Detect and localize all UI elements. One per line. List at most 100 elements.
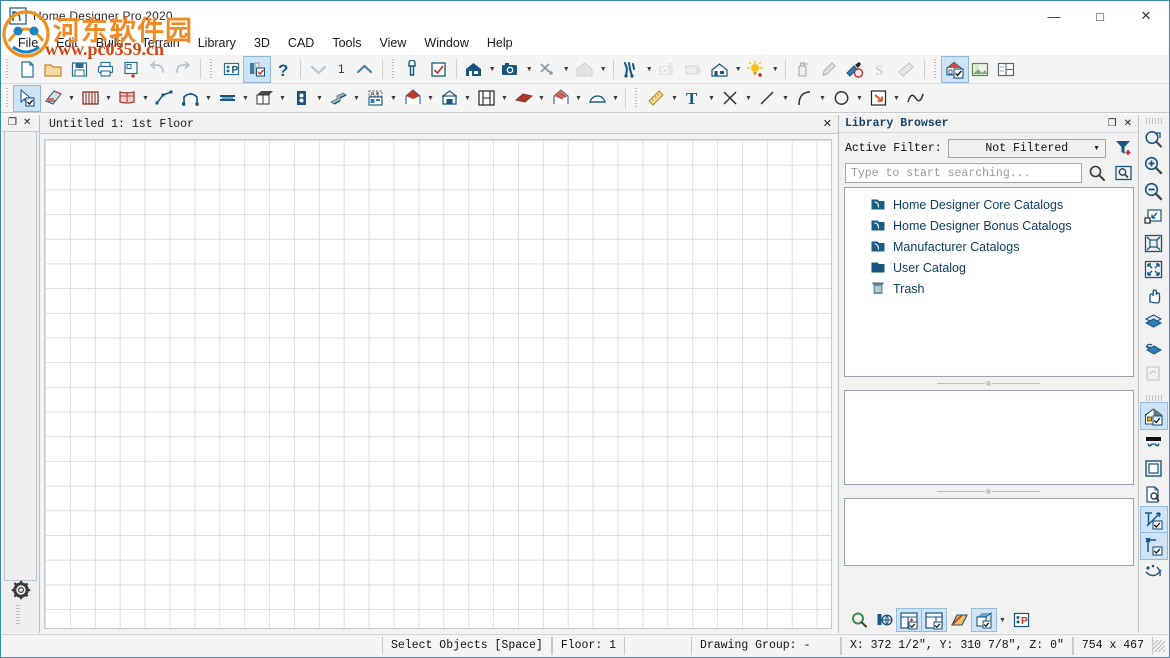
add-filter-icon[interactable] bbox=[1112, 138, 1134, 158]
full-camera-dropdown-arrow[interactable]: ▼ bbox=[487, 57, 498, 82]
library-close-icon[interactable]: ✕ bbox=[1124, 118, 1132, 129]
zoom-in-button[interactable] bbox=[1141, 152, 1167, 178]
spline-tools-button[interactable] bbox=[902, 86, 928, 111]
point-tools-dropdown-arrow[interactable]: ▼ bbox=[743, 86, 754, 111]
redo-button[interactable] bbox=[170, 57, 196, 82]
new-plan-button[interactable] bbox=[14, 57, 40, 82]
search-input[interactable]: Type to start searching... bbox=[845, 163, 1082, 183]
box-tools-button[interactable] bbox=[865, 86, 891, 111]
arc-tools-button[interactable] bbox=[791, 86, 817, 111]
plan-view-button[interactable] bbox=[968, 57, 994, 82]
full-camera-button[interactable] bbox=[461, 57, 487, 82]
get-additional-content-button[interactable] bbox=[872, 609, 896, 631]
library-splitter-top[interactable] bbox=[839, 377, 1138, 390]
library-search-button[interactable] bbox=[847, 609, 871, 631]
left-dock-restore-icon[interactable]: ❐ bbox=[8, 118, 17, 128]
tree-item-user-catalog[interactable]: User Catalog bbox=[849, 257, 1129, 278]
deck-tools-dropdown-arrow[interactable]: ▼ bbox=[536, 86, 547, 111]
toolbar-grip[interactable] bbox=[931, 58, 939, 80]
window-tools-button[interactable] bbox=[288, 86, 314, 111]
text-tools-dropdown-arrow[interactable]: ▼ bbox=[706, 86, 717, 111]
suspend-snaps-button[interactable]: S bbox=[868, 57, 894, 82]
left-dock-close-icon[interactable]: ✕ bbox=[23, 118, 31, 128]
toolbar-grip[interactable] bbox=[4, 87, 11, 109]
library-splitter-bottom[interactable] bbox=[839, 485, 1138, 498]
maximize-button[interactable]: □ bbox=[1077, 1, 1123, 31]
tree-item-bonus-catalogs[interactable]: Home Designer Bonus Catalogs bbox=[849, 215, 1129, 236]
resize-grip[interactable] bbox=[1153, 639, 1165, 652]
roof-plane-tools-button[interactable] bbox=[547, 86, 573, 111]
toolbar-grip[interactable] bbox=[208, 58, 215, 80]
menu-3d[interactable]: 3D bbox=[245, 33, 279, 53]
active-filter-select[interactable]: Not Filtered ▼ bbox=[947, 138, 1106, 158]
room-tools-dropdown-arrow[interactable]: ▼ bbox=[140, 86, 151, 111]
material-eyedropper-button[interactable] bbox=[816, 57, 842, 82]
menu-cad[interactable]: CAD bbox=[279, 33, 323, 53]
color-toggle-button[interactable] bbox=[1141, 455, 1167, 481]
door-tools-dropdown-arrow[interactable]: ▼ bbox=[388, 86, 399, 111]
elevation-camera-button[interactable] bbox=[681, 57, 707, 82]
toolbar-grip[interactable] bbox=[633, 87, 640, 109]
library-selection-pane[interactable] bbox=[844, 498, 1134, 566]
temporary-dimensions-button[interactable] bbox=[1139, 506, 1168, 534]
toolbar-grip[interactable] bbox=[4, 58, 11, 80]
foundation-tools-dropdown-arrow[interactable]: ▼ bbox=[610, 86, 621, 111]
stair-tools-dropdown-arrow[interactable]: ▼ bbox=[351, 86, 362, 111]
cross-section-dropdown-arrow[interactable]: ▼ bbox=[561, 57, 572, 82]
railing-tools-button[interactable] bbox=[77, 86, 103, 111]
stair-tools-button[interactable] bbox=[325, 86, 351, 111]
box-tools-dropdown-arrow[interactable]: ▼ bbox=[891, 86, 902, 111]
window-tools-dropdown-arrow[interactable]: ▼ bbox=[314, 86, 325, 111]
undo-button[interactable] bbox=[144, 57, 170, 82]
menu-window[interactable]: Window bbox=[415, 33, 477, 53]
material-painter-button[interactable] bbox=[842, 57, 868, 82]
railing-tools-dropdown-arrow[interactable]: ▼ bbox=[103, 86, 114, 111]
rail-grip-2[interactable] bbox=[1145, 395, 1162, 401]
close-button[interactable]: ✕ bbox=[1123, 1, 1169, 31]
open-plan-button[interactable] bbox=[40, 57, 66, 82]
select-objects-button[interactable] bbox=[13, 84, 41, 112]
help-button[interactable]: ? bbox=[270, 57, 296, 82]
browse-folder-icon[interactable] bbox=[1112, 163, 1134, 183]
zoom-out-button[interactable] bbox=[1141, 178, 1167, 204]
menu-library[interactable]: Library bbox=[189, 33, 245, 53]
refresh-display-button[interactable] bbox=[1141, 429, 1167, 455]
save-plan-button[interactable] bbox=[66, 57, 92, 82]
display-options-button[interactable] bbox=[426, 57, 452, 82]
arc-tools-dropdown-arrow[interactable]: ▼ bbox=[817, 86, 828, 111]
hide-texture-button[interactable] bbox=[947, 609, 971, 631]
object-snaps-button[interactable] bbox=[1141, 559, 1167, 585]
dimension-tools-button[interactable] bbox=[643, 86, 669, 111]
zoom-window-button[interactable] bbox=[1141, 126, 1167, 152]
material-sprayer-button[interactable] bbox=[790, 57, 816, 82]
print-plan-button[interactable] bbox=[92, 57, 118, 82]
reference-display-button[interactable] bbox=[1139, 402, 1168, 430]
text-tools-button[interactable]: T bbox=[680, 86, 706, 111]
framing-tools-dropdown-arrow[interactable]: ▼ bbox=[499, 86, 510, 111]
doll-house-dropdown-arrow[interactable]: ▼ bbox=[598, 57, 609, 82]
cabinet-tools-button[interactable] bbox=[251, 86, 277, 111]
search-icon[interactable] bbox=[1086, 163, 1108, 183]
down-one-floor-button[interactable] bbox=[1141, 334, 1167, 360]
point-tools-button[interactable] bbox=[717, 86, 743, 111]
3d-preview-button[interactable] bbox=[971, 608, 997, 632]
show-panel-a-button[interactable] bbox=[896, 608, 922, 632]
wall-tools-button[interactable] bbox=[40, 86, 66, 111]
menu-help[interactable]: Help bbox=[478, 33, 522, 53]
zoom-extents-button[interactable] bbox=[1141, 256, 1167, 282]
angle-snaps-button[interactable] bbox=[1139, 532, 1168, 560]
plan-footprint-button[interactable] bbox=[118, 57, 144, 82]
print-preview-button[interactable] bbox=[1141, 481, 1167, 507]
left-dock-grip[interactable] bbox=[16, 605, 20, 625]
3d-preview-dropdown-arrow[interactable]: ▼ bbox=[997, 608, 1008, 633]
tree-item-trash[interactable]: Trash bbox=[849, 278, 1129, 299]
framing-tools-button[interactable] bbox=[473, 86, 499, 111]
roof-tools-dropdown-arrow[interactable]: ▼ bbox=[425, 86, 436, 111]
line-tools-button[interactable] bbox=[754, 86, 780, 111]
library-catalog-tree[interactable]: Home Designer Core Catalogs Home Designe… bbox=[844, 187, 1134, 377]
add-light-button[interactable] bbox=[744, 57, 770, 82]
overview-dropdown-arrow[interactable]: ▼ bbox=[733, 57, 744, 82]
gear-icon[interactable] bbox=[2, 577, 40, 603]
fill-window-building-only-button[interactable] bbox=[1141, 230, 1167, 256]
show-panel-b-button[interactable] bbox=[921, 608, 947, 632]
